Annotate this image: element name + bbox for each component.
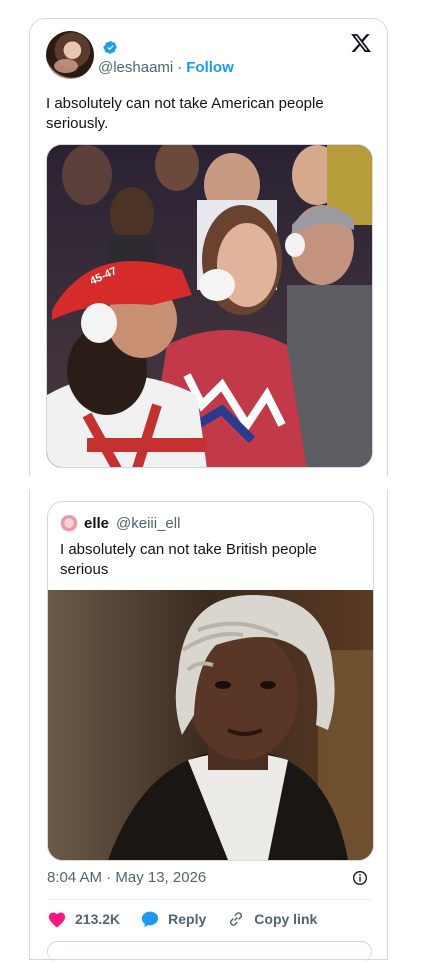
verified-badge-icon bbox=[103, 41, 117, 54]
tweet-card: @leshaami · Follow I absolutely can not ta… bbox=[29, 18, 388, 476]
like-button[interactable]: 213.2K bbox=[47, 910, 120, 928]
read-replies-button[interactable] bbox=[47, 941, 372, 962]
tweet-media-image[interactable]: 45-47 bbox=[46, 144, 373, 468]
tweet-text: I absolutely can not take American peopl… bbox=[46, 95, 324, 132]
quoted-tweet-text: I absolutely can not take British people… bbox=[60, 541, 317, 578]
action-bar: 213.2K Reply Copy link bbox=[47, 909, 337, 929]
quoted-author-avatar bbox=[60, 515, 78, 533]
handle-row: @leshaami · Follow bbox=[98, 59, 234, 76]
info-icon[interactable] bbox=[352, 870, 368, 886]
x-logo-icon[interactable] bbox=[350, 32, 372, 54]
separator: · bbox=[177, 59, 183, 76]
copy-link-button[interactable]: Copy link bbox=[226, 910, 317, 928]
copy-link-label: Copy link bbox=[254, 911, 318, 927]
quoted-author-handle: @keiii_ell bbox=[116, 515, 181, 532]
reply-bubble-icon bbox=[141, 911, 159, 928]
author-avatar[interactable] bbox=[46, 31, 94, 79]
divider bbox=[47, 899, 372, 900]
tweet-timestamp[interactable]: 8:04 AM · May 13, 2026 bbox=[47, 869, 206, 886]
reply-button[interactable]: Reply bbox=[140, 910, 206, 928]
crowd-photo: 45-47 bbox=[47, 145, 372, 467]
author-handle[interactable]: @leshaami bbox=[98, 59, 173, 76]
link-icon bbox=[230, 912, 243, 926]
follow-button[interactable]: Follow bbox=[186, 59, 234, 76]
tweet-card-continued: elle @keiii_ell I absolutely can not tak… bbox=[29, 490, 388, 962]
like-count: 213.2K bbox=[75, 911, 121, 927]
quoted-author-name: elle bbox=[84, 515, 110, 532]
barrister-photo bbox=[48, 590, 373, 860]
reply-label: Reply bbox=[168, 911, 207, 927]
heart-icon bbox=[48, 912, 66, 928]
quoted-tweet[interactable]: elle @keiii_ell I absolutely can not tak… bbox=[47, 501, 374, 861]
quoted-media-image[interactable] bbox=[48, 590, 373, 860]
